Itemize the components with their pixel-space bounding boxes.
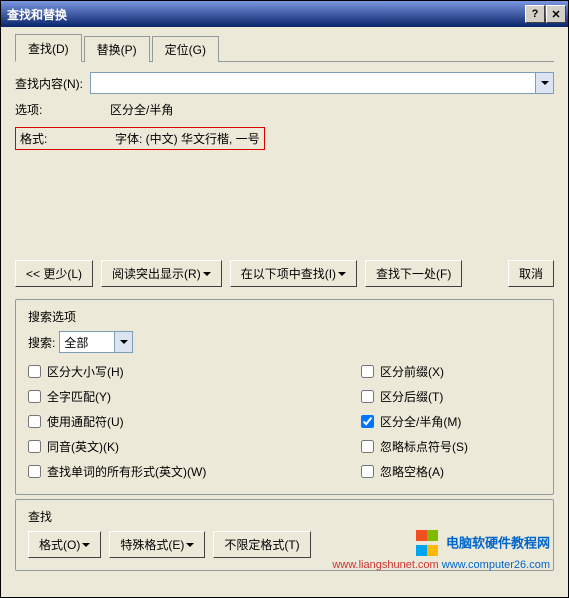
wildcards-input[interactable] xyxy=(28,415,41,428)
chevron-down-icon xyxy=(541,81,549,85)
format-label: 格式: xyxy=(20,130,95,147)
tab-find[interactable]: 查找(D) xyxy=(15,34,82,62)
reading-highlight-label: 阅读突出显示(R) xyxy=(112,265,201,282)
search-direction-row: 搜索: 全部 xyxy=(28,331,541,353)
titlebar: 查找和替换 ? ✕ xyxy=(1,1,568,27)
match-suffix-input[interactable] xyxy=(361,390,374,403)
ignore-space-label: 忽略空格(A) xyxy=(380,463,444,480)
help-button[interactable]: ? xyxy=(525,5,545,23)
special-format-label: 特殊格式(E) xyxy=(120,536,184,553)
ignore-space-checkbox[interactable]: 忽略空格(A) xyxy=(361,463,541,480)
find-content-row: 查找内容(N): xyxy=(15,72,554,94)
main-button-row: << 更少(L) 阅读突出显示(R) 在以下项中查找(I) 查找下一处(F) 取… xyxy=(15,260,554,287)
all-forms-label: 查找单词的所有形式(英文)(W) xyxy=(47,463,206,480)
ignore-space-input[interactable] xyxy=(361,465,374,478)
find-replace-dialog: 查找和替换 ? ✕ 查找(D) 替换(P) 定位(G) 查找内容(N): 选项:… xyxy=(0,0,569,598)
options-label: 选项: xyxy=(15,101,90,118)
options-row: 选项: 区分全/半角 xyxy=(15,101,554,118)
match-suffix-checkbox[interactable]: 区分后缀(T) xyxy=(361,388,541,405)
wildcards-label: 使用通配符(U) xyxy=(47,413,124,430)
search-options-fieldset: 搜索选项 搜索: 全部 区分大小写(H) 全字匹配(Y) 使用通配符(U) 同音… xyxy=(15,299,554,495)
find-legend: 查找 xyxy=(24,508,56,525)
find-in-button[interactable]: 在以下项中查找(I) xyxy=(230,260,357,287)
full-half-label: 区分全/半角(M) xyxy=(380,413,461,430)
content-area: 查找(D) 替换(P) 定位(G) 查找内容(N): 选项: 区分全/半角 格式… xyxy=(1,27,568,597)
find-content-dropdown[interactable] xyxy=(536,72,554,94)
watermark-url2: www.computer26.com xyxy=(442,559,550,571)
all-forms-input[interactable] xyxy=(28,465,41,478)
match-prefix-label: 区分前缀(X) xyxy=(380,363,444,380)
match-case-label: 区分大小写(H) xyxy=(47,363,124,380)
close-button[interactable]: ✕ xyxy=(546,5,566,23)
format-button-label: 格式(O) xyxy=(39,536,80,553)
titlebar-buttons: ? ✕ xyxy=(525,5,566,23)
full-half-checkbox[interactable]: 区分全/半角(M) xyxy=(361,413,541,430)
tab-replace[interactable]: 替换(P) xyxy=(84,36,150,62)
chevron-down-icon xyxy=(338,272,346,276)
reading-highlight-button[interactable]: 阅读突出显示(R) xyxy=(101,260,222,287)
windows-logo-icon xyxy=(416,529,438,559)
search-direction-value[interactable]: 全部 xyxy=(59,331,115,353)
search-options-legend: 搜索选项 xyxy=(24,308,80,325)
find-next-button[interactable]: 查找下一处(F) xyxy=(365,260,462,287)
watermark-line2: www.liangshunet.com www.computer26.com xyxy=(332,559,550,571)
match-prefix-input[interactable] xyxy=(361,365,374,378)
options-col-right: 区分前缀(X) 区分后缀(T) 区分全/半角(M) 忽略标点符号(S) 忽略空格… xyxy=(361,363,541,480)
format-button[interactable]: 格式(O) xyxy=(28,531,101,558)
chevron-down-icon xyxy=(186,543,194,547)
all-forms-checkbox[interactable]: 查找单词的所有形式(英文)(W) xyxy=(28,463,361,480)
format-value: 字体: (中文) 华文行楷, 一号 xyxy=(115,130,260,147)
find-content-combo xyxy=(90,72,554,94)
watermark-text1: 电脑软硬件教程网 xyxy=(446,535,550,550)
format-row: 格式: 字体: (中文) 华文行楷, 一号 xyxy=(20,130,260,147)
options-col-left: 区分大小写(H) 全字匹配(Y) 使用通配符(U) 同音(英文)(K) 查找单词… xyxy=(28,363,361,480)
format-highlight-box: 格式: 字体: (中文) 华文行楷, 一号 xyxy=(15,127,265,150)
wildcards-checkbox[interactable]: 使用通配符(U) xyxy=(28,413,361,430)
full-half-input[interactable] xyxy=(361,415,374,428)
ignore-punct-checkbox[interactable]: 忽略标点符号(S) xyxy=(361,438,541,455)
find-content-input[interactable] xyxy=(90,72,536,94)
less-button[interactable]: << 更少(L) xyxy=(15,260,93,287)
chevron-down-icon xyxy=(203,272,211,276)
whole-word-label: 全字匹配(Y) xyxy=(47,388,111,405)
match-case-checkbox[interactable]: 区分大小写(H) xyxy=(28,363,361,380)
watermark: 电脑软硬件教程网 www.liangshunet.com www.compute… xyxy=(332,529,550,571)
options-columns: 区分大小写(H) 全字匹配(Y) 使用通配符(U) 同音(英文)(K) 查找单词… xyxy=(28,363,541,480)
window-title: 查找和替换 xyxy=(7,6,67,23)
tab-goto[interactable]: 定位(G) xyxy=(152,36,219,62)
search-direction-label: 搜索: xyxy=(28,334,55,351)
cancel-button[interactable]: 取消 xyxy=(508,260,554,287)
chevron-down-icon xyxy=(82,543,90,547)
match-case-input[interactable] xyxy=(28,365,41,378)
no-format-button[interactable]: 不限定格式(T) xyxy=(213,531,310,558)
chevron-down-icon xyxy=(120,340,128,344)
sounds-like-label: 同音(英文)(K) xyxy=(47,438,119,455)
find-content-label: 查找内容(N): xyxy=(15,75,90,92)
match-prefix-checkbox[interactable]: 区分前缀(X) xyxy=(361,363,541,380)
tab-strip: 查找(D) 替换(P) 定位(G) xyxy=(15,35,554,62)
watermark-url1: www.liangshunet.com xyxy=(332,559,438,571)
whole-word-input[interactable] xyxy=(28,390,41,403)
special-format-button[interactable]: 特殊格式(E) xyxy=(109,531,205,558)
watermark-line1: 电脑软硬件教程网 xyxy=(332,529,550,559)
sounds-like-checkbox[interactable]: 同音(英文)(K) xyxy=(28,438,361,455)
find-in-label: 在以下项中查找(I) xyxy=(241,265,336,282)
whole-word-checkbox[interactable]: 全字匹配(Y) xyxy=(28,388,361,405)
sounds-like-input[interactable] xyxy=(28,440,41,453)
match-suffix-label: 区分后缀(T) xyxy=(380,388,443,405)
ignore-punct-label: 忽略标点符号(S) xyxy=(380,438,468,455)
options-value: 区分全/半角 xyxy=(110,101,173,118)
ignore-punct-input[interactable] xyxy=(361,440,374,453)
search-direction-dropdown[interactable] xyxy=(115,331,133,353)
